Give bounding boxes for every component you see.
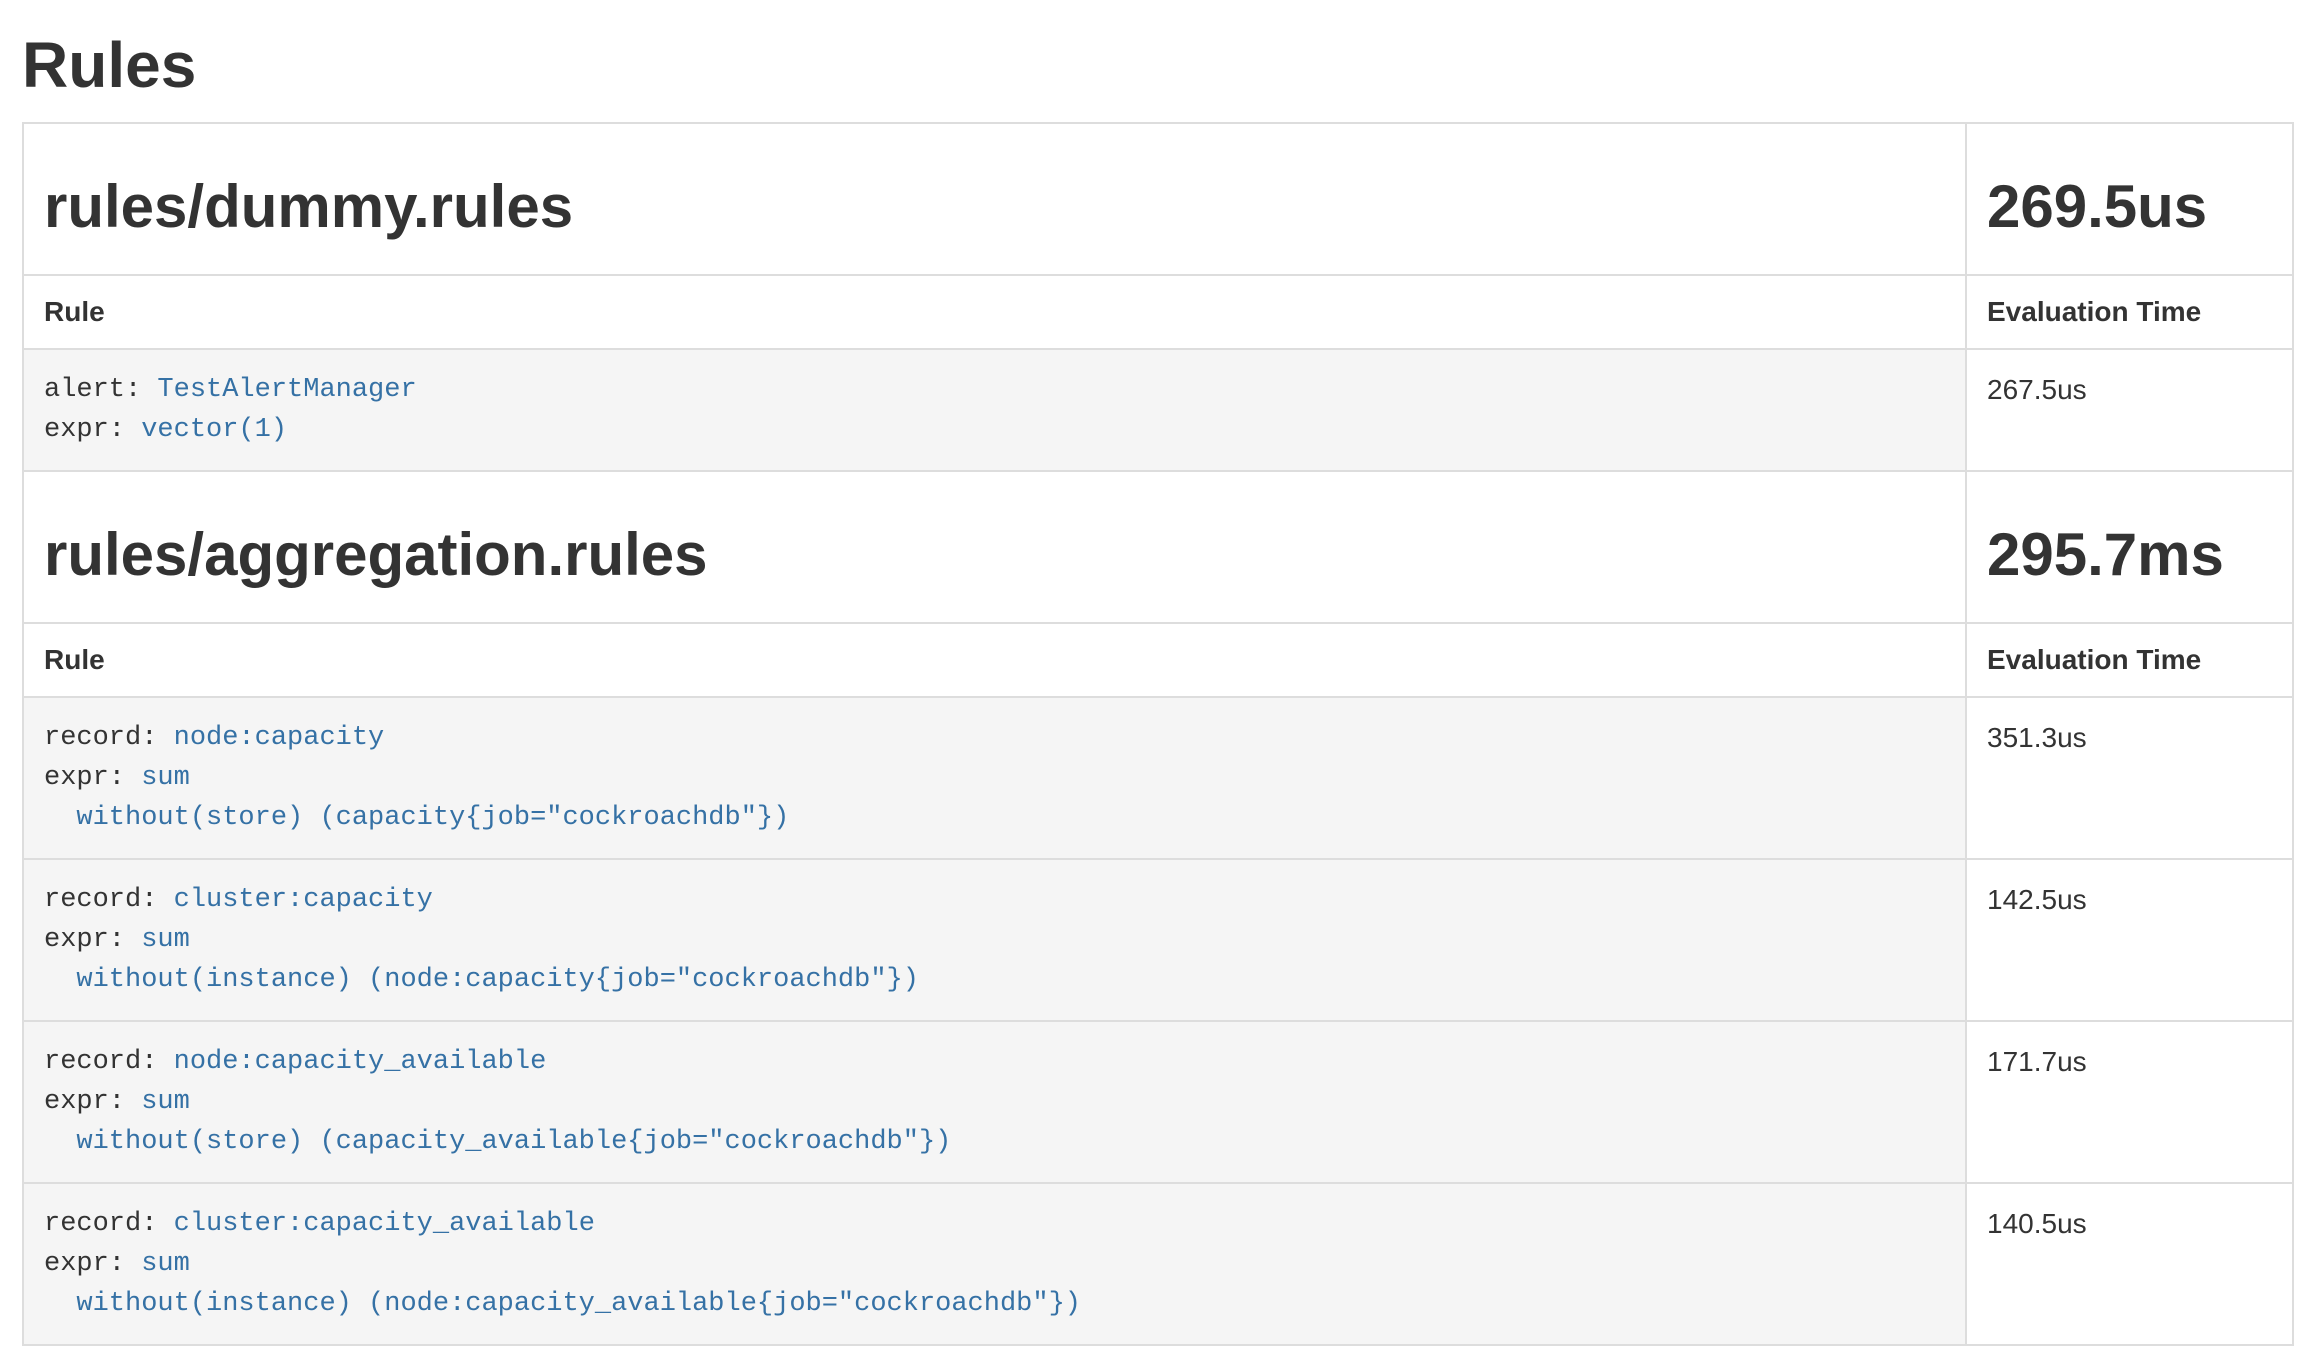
rules-table-body: rules/dummy.rules269.5usRuleEvaluation T… <box>23 123 2293 1345</box>
rule-group-header-row: rules/dummy.rules 269.5us <box>23 123 2293 275</box>
rule-evaluation-time: 171.7us <box>1966 1021 2293 1183</box>
rule-group-header-row: rules/aggregation.rules 295.7ms <box>23 471 2293 623</box>
rule-name-link[interactable]: cluster:capacity_available <box>174 1209 595 1239</box>
rule-expr-link[interactable]: sum without(store) (capacity{job="cockro… <box>44 763 789 833</box>
rule-definition: record: cluster:capacity expr: sum witho… <box>44 880 1945 1000</box>
rules-page: Rules rules/dummy.rules269.5usRuleEvalua… <box>0 30 2316 1346</box>
rule-evaluation-time: 351.3us <box>1966 697 2293 859</box>
column-header-row: RuleEvaluation Time <box>23 275 2293 349</box>
rule-cell: record: cluster:capacity_available expr:… <box>23 1183 1966 1345</box>
rule-name-link[interactable]: cluster:capacity <box>174 885 433 915</box>
rule-group-name: rules/aggregation.rules <box>44 522 1945 588</box>
rule-cell: record: node:capacity_available expr: su… <box>23 1021 1966 1183</box>
rules-table: rules/dummy.rules269.5usRuleEvaluation T… <box>22 122 2294 1346</box>
rule-cell: record: cluster:capacity expr: sum witho… <box>23 859 1966 1021</box>
rule-expr-link[interactable]: sum without(store) (capacity_available{j… <box>44 1087 951 1157</box>
rule-evaluation-time: 142.5us <box>1966 859 2293 1021</box>
rule-row: record: cluster:capacity expr: sum witho… <box>23 859 2293 1021</box>
column-header-row: RuleEvaluation Time <box>23 623 2293 697</box>
rule-group-evaluation-time: 269.5us <box>1987 174 2272 240</box>
page-title: Rules <box>22 30 2294 100</box>
evaluation-time-column-header: Evaluation Time <box>1966 275 2293 349</box>
rule-evaluation-time: 267.5us <box>1966 349 2293 471</box>
rule-definition: record: cluster:capacity_available expr:… <box>44 1204 1945 1324</box>
rule-group-name-cell: rules/aggregation.rules <box>23 471 1966 623</box>
rule-name-link[interactable]: node:capacity_available <box>174 1047 547 1077</box>
rule-group-name: rules/dummy.rules <box>44 174 1945 240</box>
rule-group-name-cell: rules/dummy.rules <box>23 123 1966 275</box>
rule-name-link[interactable]: node:capacity <box>174 723 385 753</box>
rule-expr-link[interactable]: sum without(instance) (node:capacity{job… <box>44 925 919 995</box>
evaluation-time-column-header: Evaluation Time <box>1966 623 2293 697</box>
rule-row: alert: TestAlertManager expr: vector(1) 2… <box>23 349 2293 471</box>
rule-group-evaluation-time-cell: 295.7ms <box>1966 471 2293 623</box>
rule-expr-link[interactable]: vector(1) <box>141 415 287 445</box>
rule-cell: alert: TestAlertManager expr: vector(1) <box>23 349 1966 471</box>
rule-definition: record: node:capacity expr: sum without(… <box>44 718 1945 838</box>
rule-cell: record: node:capacity expr: sum without(… <box>23 697 1966 859</box>
rule-group-evaluation-time: 295.7ms <box>1987 522 2272 588</box>
rule-name-link[interactable]: TestAlertManager <box>157 375 416 405</box>
rule-column-header: Rule <box>23 623 1966 697</box>
rule-row: record: node:capacity expr: sum without(… <box>23 697 2293 859</box>
rule-row: record: cluster:capacity_available expr:… <box>23 1183 2293 1345</box>
rule-group-evaluation-time-cell: 269.5us <box>1966 123 2293 275</box>
rule-definition: record: node:capacity_available expr: su… <box>44 1042 1945 1162</box>
rule-evaluation-time: 140.5us <box>1966 1183 2293 1345</box>
rule-column-header: Rule <box>23 275 1966 349</box>
rule-row: record: node:capacity_available expr: su… <box>23 1021 2293 1183</box>
rule-expr-link[interactable]: sum without(instance) (node:capacity_ava… <box>44 1249 1081 1319</box>
rule-definition: alert: TestAlertManager expr: vector(1) <box>44 370 1945 450</box>
